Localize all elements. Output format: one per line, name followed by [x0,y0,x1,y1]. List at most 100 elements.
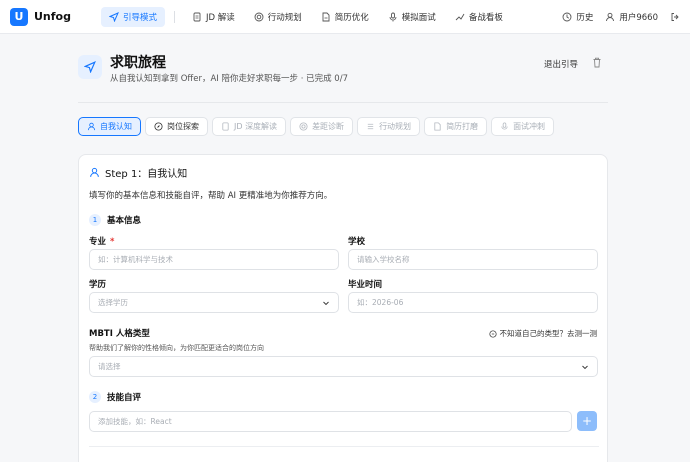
step-label: 岗位探索 [167,122,199,131]
grad-date-input[interactable]: 如：2026-06 [348,292,598,313]
list-icon [367,123,374,130]
nav-item-jd[interactable]: JD 解读 [184,7,243,27]
card-title-text: Step 1：自我认知 [105,169,188,180]
chevron-down-icon [323,301,329,305]
nav-item-label: 模拟面试 [401,12,436,23]
page-subtitle: 从自我认知到拿到 Offer，AI 陪你走好求职每一步 · 已完成 0/7 [110,74,348,84]
user-icon [605,12,615,22]
nav-item-dashboard[interactable]: 备战看板 [447,7,511,27]
navigation-icon [108,11,119,22]
degree-placeholder: 选择学历 [98,298,128,307]
user-icon [87,122,96,131]
target-icon [254,12,264,22]
main-nav: 引导模式 JD 解读 行动规划 简历优化 模拟面试 备战看板 [100,6,511,27]
user-nav: 历史 用户9660 [562,11,680,23]
step-label: 面试冲刺 [513,122,546,131]
grad-label: 毕业时间 [348,280,383,290]
step-card: Step 1：自我认知 填写你的基本信息和技能自评，帮助 AI 更精准地为你推荐… [78,154,608,462]
trend-icon [455,12,465,22]
mbti-label: MBTI 人格类型 [89,329,150,339]
school-placeholder: 请输入学校名称 [357,255,410,264]
logout-icon [670,12,680,22]
top-navbar: U Unfog 引导模式 JD 解读 行动规划 简历优化 模拟面试 备战看板 历… [0,0,690,34]
mbti-placeholder: 请选择 [98,362,121,371]
file-icon [434,122,441,131]
microphone-icon [501,122,508,130]
document-icon [222,122,229,131]
step-gap-diagnosis[interactable]: 差距诊断 [290,117,354,136]
app-logo[interactable]: U Unfog [10,7,71,26]
mbti-select[interactable]: 请选择 [89,356,598,377]
card-divider [89,446,599,447]
history-label: 历史 [576,12,594,23]
grad-placeholder: 如：2026-06 [357,298,404,307]
nav-item-label: 引导模式 [122,12,157,23]
step-jd-analysis[interactable]: JD 深度解读 [212,117,287,136]
compass-icon [154,122,163,131]
nav-divider [174,10,175,23]
logout-button[interactable] [670,12,680,22]
step-self-awareness[interactable]: 自我认知 [78,117,141,136]
target-icon [299,122,308,131]
nav-item-guide-mode[interactable]: 引导模式 [100,6,165,27]
mbti-test-link[interactable]: 不知道自己的类型？去测一测 [488,328,598,339]
skill-placeholder: 添加技能，如：React [98,417,172,426]
user-name: 用户9660 [619,12,658,23]
nav-item-label: 行动规划 [267,12,302,23]
nav-item-interview[interactable]: 模拟面试 [380,7,444,27]
step-job-explore[interactable]: 岗位探索 [145,117,208,136]
step-label: JD 深度解读 [234,122,278,131]
chevron-down-icon [582,365,588,369]
nav-item-label: 简历优化 [334,12,369,23]
school-label: 学校 [348,237,366,247]
step-tabs: 自我认知 岗位探索 JD 深度解读 差距诊断 行动规划 简历打磨 面试冲刺 [78,117,555,136]
section-label: 基本信息 [107,216,142,226]
step-label: 简历打磨 [446,122,479,131]
page-header: 求职旅程 从自我认知到拿到 Offer，AI 陪你走好求职每一步 · 已完成 0… [78,52,608,92]
major-placeholder: 如：计算机科学与技术 [98,255,173,264]
file-icon [321,12,331,22]
user-menu[interactable]: 用户9660 [605,11,658,23]
skill-input[interactable]: 添加技能，如：React [89,411,572,432]
nav-item-plan[interactable]: 行动规划 [246,7,310,27]
card-title: Step 1：自我认知 [89,165,187,180]
history-icon [562,12,572,22]
section-number: 2 [89,391,101,403]
section-number: 1 [89,214,101,226]
trash-icon[interactable] [592,57,604,69]
section-label: 技能自评 [107,393,142,403]
add-skill-button[interactable]: + [577,411,597,431]
major-input[interactable]: 如：计算机科学与技术 [89,249,339,270]
help-icon [488,329,497,338]
section-basic-info: 1 基本信息 [89,214,141,226]
section-skills: 2 技能自评 [89,391,141,403]
required-mark: * [110,237,115,247]
step-label: 差距诊断 [312,122,345,131]
nav-item-resume[interactable]: 简历优化 [313,7,377,27]
step-label: 行动规划 [379,122,412,131]
exit-guide-button[interactable]: 退出引导 [544,58,578,70]
step-label: 自我认知 [100,122,132,131]
header-divider [78,102,608,103]
major-label: 专业 * [89,235,114,247]
card-description: 填写你的基本信息和技能自评，帮助 AI 更精准地为你推荐方向。 [89,191,333,201]
microphone-icon [388,12,398,22]
history-button[interactable]: 历史 [562,11,593,23]
mbti-help-text: 不知道自己的类型？去测一测 [499,329,598,338]
degree-label: 学历 [89,280,107,290]
major-label-text: 专业 [89,237,107,247]
step-interview-sprint[interactable]: 面试冲刺 [491,117,555,136]
document-icon [192,12,202,22]
nav-item-label: 备战看板 [468,12,503,23]
mbti-description: 帮助我们了解你的性格倾向，为你匹配更适合的岗位方向 [89,344,264,352]
degree-select[interactable]: 选择学历 [89,292,339,313]
step-resume-polish[interactable]: 简历打磨 [424,117,488,136]
logo-mark: U [10,7,28,26]
app-name: Unfog [34,10,71,23]
step-action-plan[interactable]: 行动规划 [357,117,421,136]
user-icon [90,167,99,177]
school-input[interactable]: 请输入学校名称 [348,249,598,270]
nav-item-label: JD 解读 [206,12,235,23]
page-title: 求职旅程 [110,55,166,71]
navigation-icon [78,55,102,79]
